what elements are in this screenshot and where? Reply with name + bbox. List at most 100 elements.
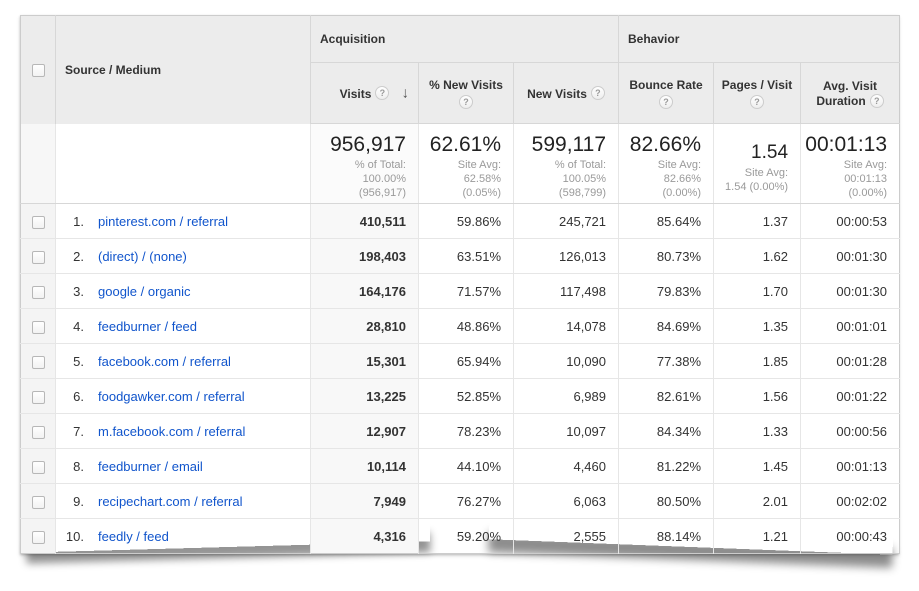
source-medium-link[interactable]: foodgawker.com / referral — [98, 389, 245, 404]
column-header-pct-new-visits[interactable]: % New Visits ? — [419, 63, 514, 124]
new-visits-cell: 10,090 — [514, 344, 619, 379]
source-cell: 4.feedburner / feed — [56, 309, 311, 344]
column-header-pages-per-visit[interactable]: Pages / Visit ? — [714, 63, 801, 124]
help-icon[interactable]: ? — [659, 95, 673, 109]
row-checkbox[interactable] — [32, 531, 45, 544]
bounce-rate-cell: 80.73% — [619, 239, 714, 274]
row-checkbox[interactable] — [32, 426, 45, 439]
help-icon[interactable]: ? — [375, 86, 389, 100]
bounce-rate-cell: 88.14% — [619, 519, 714, 554]
row-checkbox[interactable] — [32, 461, 45, 474]
help-icon[interactable]: ? — [591, 86, 605, 100]
checkbox-cell — [21, 239, 56, 274]
pages-per-visit-cell: 2.01 — [714, 484, 801, 519]
source-cell: 7.m.facebook.com / referral — [56, 414, 311, 449]
table-row: 3.google / organic 164,176 71.57% 117,49… — [21, 274, 900, 309]
bounce-rate-cell: 79.83% — [619, 274, 714, 309]
bounce-rate-cell: 81.22% — [619, 449, 714, 484]
row-checkbox[interactable] — [32, 251, 45, 264]
visits-cell: 7,949 — [311, 484, 419, 519]
pct-new-visits-cell: 52.85% — [419, 379, 514, 414]
source-medium-link[interactable]: (direct) / (none) — [98, 249, 187, 264]
pct-new-visits-cell: 76.27% — [419, 484, 514, 519]
report-table: Source / Medium Acquisition Behavior Vis… — [20, 15, 900, 554]
new-visits-cell: 6,063 — [514, 484, 619, 519]
table-row: 10.feedly / feed 4,316 59.20% 2,555 88.1… — [21, 519, 900, 554]
avg-duration-cell: 00:00:53 — [801, 204, 900, 239]
row-checkbox[interactable] — [32, 356, 45, 369]
bounce-rate-cell: 77.38% — [619, 344, 714, 379]
row-checkbox[interactable] — [32, 321, 45, 334]
source-medium-label: Source / Medium — [65, 63, 161, 77]
source-medium-link[interactable]: feedburner / feed — [98, 319, 197, 334]
new-visits-cell: 2,555 — [514, 519, 619, 554]
avg-duration-cell: 00:02:02 — [801, 484, 900, 519]
source-medium-link[interactable]: m.facebook.com / referral — [98, 424, 245, 439]
row-checkbox[interactable] — [32, 496, 45, 509]
column-header-avg-visit-duration[interactable]: Avg. Visit Duration? — [801, 63, 900, 124]
summary-pct-new-visits: 62.61% Site Avg: 62.58% (0.05%) — [419, 124, 514, 204]
new-visits-cell: 117,498 — [514, 274, 619, 309]
source-cell: 8.feedburner / email — [56, 449, 311, 484]
pages-per-visit-cell: 1.35 — [714, 309, 801, 344]
bounce-rate-cell: 82.61% — [619, 379, 714, 414]
checkbox-cell — [21, 309, 56, 344]
analytics-report-page: Source / Medium Acquisition Behavior Vis… — [0, 0, 919, 591]
row-checkbox[interactable] — [32, 286, 45, 299]
help-icon[interactable]: ? — [459, 95, 473, 109]
source-cell: 6.foodgawker.com / referral — [56, 379, 311, 414]
new-visits-cell: 245,721 — [514, 204, 619, 239]
summary-visits: 956,917 % of Total: 100.00% (956,917) — [311, 124, 419, 204]
source-medium-link[interactable]: facebook.com / referral — [98, 354, 231, 369]
bounce-rate-cell: 80.50% — [619, 484, 714, 519]
checkbox-cell — [21, 274, 56, 309]
bounce-rate-cell: 84.69% — [619, 309, 714, 344]
table-row: 2.(direct) / (none) 198,403 63.51% 126,0… — [21, 239, 900, 274]
row-checkbox[interactable] — [32, 216, 45, 229]
source-medium-link[interactable]: google / organic — [98, 284, 191, 299]
column-header-bounce-rate[interactable]: Bounce Rate ? — [619, 63, 714, 124]
avg-duration-cell: 00:01:22 — [801, 379, 900, 414]
pct-new-visits-cell: 71.57% — [419, 274, 514, 309]
source-medium-link[interactable]: feedburner / email — [98, 459, 203, 474]
source-medium-link[interactable]: feedly / feed — [98, 529, 169, 544]
pct-new-visits-cell: 59.20% — [419, 519, 514, 554]
help-icon[interactable]: ? — [870, 94, 884, 108]
summary-source-cell — [56, 124, 311, 204]
source-medium-link[interactable]: pinterest.com / referral — [98, 214, 228, 229]
visits-cell: 198,403 — [311, 239, 419, 274]
pages-per-visit-cell: 1.85 — [714, 344, 801, 379]
checkbox-cell — [21, 484, 56, 519]
visits-cell: 164,176 — [311, 274, 419, 309]
table-header: Source / Medium Acquisition Behavior Vis… — [21, 16, 900, 124]
table-row: 9.recipechart.com / referral 7,949 76.27… — [21, 484, 900, 519]
column-header-source-medium[interactable]: Source / Medium — [56, 16, 311, 124]
pct-new-visits-cell: 48.86% — [419, 309, 514, 344]
visits-cell: 4,316 — [311, 519, 419, 554]
source-cell: 3.google / organic — [56, 274, 311, 309]
table-row: 7.m.facebook.com / referral 12,907 78.23… — [21, 414, 900, 449]
source-cell: 1.pinterest.com / referral — [56, 204, 311, 239]
column-header-visits[interactable]: Visits? ↓ — [311, 63, 419, 124]
visits-cell: 12,907 — [311, 414, 419, 449]
table-row: 1.pinterest.com / referral 410,511 59.86… — [21, 204, 900, 239]
pages-per-visit-cell: 1.45 — [714, 449, 801, 484]
visits-cell: 28,810 — [311, 309, 419, 344]
select-all-checkbox[interactable] — [32, 64, 45, 77]
visits-cell: 15,301 — [311, 344, 419, 379]
select-all-cell — [21, 16, 56, 124]
checkbox-cell — [21, 519, 56, 554]
new-visits-cell: 126,013 — [514, 239, 619, 274]
row-checkbox[interactable] — [32, 391, 45, 404]
column-header-new-visits[interactable]: New Visits? — [514, 63, 619, 124]
avg-duration-cell: 00:01:01 — [801, 309, 900, 344]
pct-new-visits-cell: 65.94% — [419, 344, 514, 379]
help-icon[interactable]: ? — [750, 95, 764, 109]
checkbox-cell — [21, 204, 56, 239]
avg-duration-cell: 00:01:28 — [801, 344, 900, 379]
new-visits-cell: 10,097 — [514, 414, 619, 449]
bounce-rate-cell: 85.64% — [619, 204, 714, 239]
pct-new-visits-cell: 44.10% — [419, 449, 514, 484]
source-medium-link[interactable]: recipechart.com / referral — [98, 494, 243, 509]
report-card: Source / Medium Acquisition Behavior Vis… — [20, 15, 899, 554]
